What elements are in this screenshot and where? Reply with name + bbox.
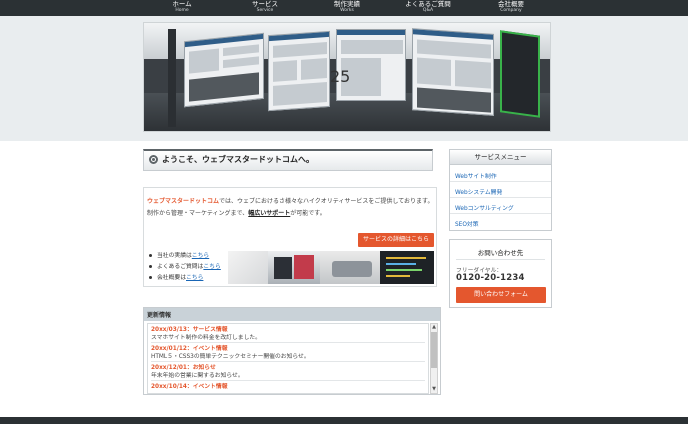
scroll-down-icon[interactable]: ▼ bbox=[431, 386, 437, 393]
intro-line-1: ウェブマスタードットコムでは、ウェブにおけるさ様々なハイクオリティサービスをご提… bbox=[147, 196, 433, 205]
hero-screen-4 bbox=[412, 28, 494, 116]
nav-home[interactable]: ホーム Home bbox=[147, 0, 217, 14]
hero-screen-2 bbox=[268, 30, 330, 112]
nav-company-label: 会社概要 bbox=[498, 0, 524, 8]
intro-box: ウェブマスタードットコムでは、ウェブにおけるさ様々なハイクオリティサービスをご提… bbox=[143, 187, 437, 287]
news-text: スマホサイト制作の料金を改訂しました。 bbox=[151, 335, 261, 341]
nav-works[interactable]: 制作実績 Works bbox=[312, 0, 382, 14]
nav-qa-label: よくあるご質問 bbox=[405, 0, 451, 8]
service-menu-title: サービスメニュー bbox=[450, 150, 551, 165]
news-date: 20xx/03/13：サービス情報 bbox=[151, 327, 228, 333]
news-date: 20xx/01/12：イベント情報 bbox=[151, 346, 228, 352]
welcome-heading: ようこそ、ウェブマスタードットコムへ。 bbox=[143, 149, 433, 171]
service-item-seo[interactable]: SEO対策 bbox=[450, 214, 551, 230]
intro-strong-support: 幅広いサポート bbox=[248, 210, 291, 217]
news-list[interactable]: 20xx/03/13：サービス情報 スマホサイト制作の料金を改訂しました。 20… bbox=[147, 323, 429, 394]
bullet-icon bbox=[149, 265, 152, 268]
hero-toolbar-graphic bbox=[168, 29, 176, 127]
news-date: 20xx/12/01：お知らせ bbox=[151, 365, 216, 371]
news-item: 20xx/12/01：お知らせ 年末年始の営業に関するお知らせ。 bbox=[151, 364, 425, 381]
list-item-text: 当社の実績は bbox=[157, 253, 192, 259]
scroll-up-icon[interactable]: ▲ bbox=[431, 324, 437, 331]
news-date: 20xx/10/14：イベント情報 bbox=[151, 384, 228, 390]
service-item-web-consulting[interactable]: Webコンサルティング bbox=[450, 198, 551, 214]
news-text: HTML５・CSS3の簡単テクニックセミナー開催のお知らせ。 bbox=[151, 354, 310, 360]
list-item: よくあるご質問はこちら bbox=[149, 262, 221, 273]
service-item-web-system[interactable]: Webシステム開発 bbox=[450, 182, 551, 198]
bullet-icon bbox=[149, 276, 152, 279]
scrollbar-thumb[interactable] bbox=[431, 332, 437, 368]
news-title: 更新情報 bbox=[147, 312, 172, 319]
service-item-label: Webサイト制作 bbox=[455, 174, 497, 180]
works-link[interactable]: こちら bbox=[192, 253, 209, 259]
intro-line-1-text: では、ウェブにおけるさ様々なハイクオリティサービスをご提供しております。 bbox=[219, 198, 434, 205]
news-header: 更新情報 bbox=[144, 308, 440, 321]
divider bbox=[456, 259, 545, 260]
list-item: 当社の実績はこちら bbox=[149, 251, 221, 262]
news-scrollbar[interactable]: ▲ ▼ bbox=[430, 323, 438, 394]
list-item-text: よくあるご質問は bbox=[157, 264, 204, 270]
footer bbox=[0, 417, 688, 424]
news-text: 年末年始の営業に関するお知らせ。 bbox=[151, 373, 244, 379]
nav-works-sub: Works bbox=[340, 8, 354, 13]
intro-line-2: 制作から管理・マーケティングまで、幅広いサポートが可能です。 bbox=[147, 208, 326, 217]
nav-company-sub: Company bbox=[500, 8, 522, 13]
company-link[interactable]: こちら bbox=[186, 275, 203, 281]
service-item-web-production[interactable]: Webサイト制作 bbox=[450, 166, 551, 182]
circle-bullet-icon bbox=[149, 155, 158, 164]
list-item: 会社概要はこちら bbox=[149, 273, 221, 284]
nav-company[interactable]: 会社概要 Company bbox=[476, 0, 546, 14]
nav-home-label: ホーム bbox=[172, 0, 192, 8]
nav-service-label: サービス bbox=[252, 0, 278, 8]
service-item-label: SEO対策 bbox=[455, 222, 479, 228]
service-item-label: Webコンサルティング bbox=[455, 206, 514, 212]
service-item-label: Webシステム開発 bbox=[455, 190, 503, 196]
service-detail-button[interactable]: サービスの詳細はこちら bbox=[358, 233, 434, 247]
list-item-text: 会社概要は bbox=[157, 275, 186, 281]
intro-photo-strip bbox=[228, 251, 434, 284]
hero-screen-1 bbox=[184, 32, 264, 108]
service-menu: サービスメニュー Webサイト制作 Webシステム開発 Webコンサルティング … bbox=[449, 149, 552, 231]
nav-qa[interactable]: よくあるご質問 Q&A bbox=[393, 0, 463, 14]
contact-phone: 0120-20-1234 bbox=[456, 273, 525, 283]
welcome-title: ようこそ、ウェブマスタードットコムへ。 bbox=[162, 155, 314, 164]
bullet-icon bbox=[149, 254, 152, 257]
top-nav: ホーム Home サービス Service 制作実績 Works よくあるご質問… bbox=[0, 0, 688, 16]
nav-qa-sub: Q&A bbox=[422, 8, 434, 13]
news-item: 20xx/03/13：サービス情報 スマホサイト制作の料金を改訂しました。 bbox=[151, 326, 425, 343]
hero-tablet-graphic bbox=[500, 30, 540, 118]
nav-service[interactable]: サービス Service bbox=[230, 0, 300, 14]
intro-link-list: 当社の実績はこちら よくあるご質問はこちら 会社概要はこちら bbox=[149, 251, 221, 284]
qa-link[interactable]: こちら bbox=[203, 264, 220, 270]
intro-brand: ウェブマスタードットコム bbox=[147, 198, 220, 205]
contact-title: お問い合わせ先 bbox=[477, 249, 524, 257]
news-panel: 更新情報 20xx/03/13：サービス情報 スマホサイト制作の料金を改訂しまし… bbox=[143, 307, 441, 395]
news-item: 20xx/10/14：イベント情報 bbox=[151, 383, 425, 391]
hero-screen-3 bbox=[336, 29, 406, 101]
nav-service-sub: Service bbox=[256, 8, 274, 13]
intro-line-2-text: 制作から管理・マーケティングまで、 bbox=[147, 210, 249, 217]
nav-works-label: 制作実績 bbox=[334, 0, 360, 8]
hero-overlay-number: 25 bbox=[330, 67, 351, 86]
intro-line-2-rest: が可能です。 bbox=[290, 210, 326, 217]
contact-form-button[interactable]: 問い合わせフォーム bbox=[456, 287, 546, 303]
news-item: 20xx/01/12：イベント情報 HTML５・CSS3の簡単テクニックセミナー… bbox=[151, 345, 425, 362]
contact-box: お問い合わせ先 フリーダイヤル： 0120-20-1234 問い合わせフォーム bbox=[449, 239, 552, 308]
nav-home-sub: Home bbox=[175, 8, 189, 13]
hero-image: 25 bbox=[143, 22, 551, 132]
